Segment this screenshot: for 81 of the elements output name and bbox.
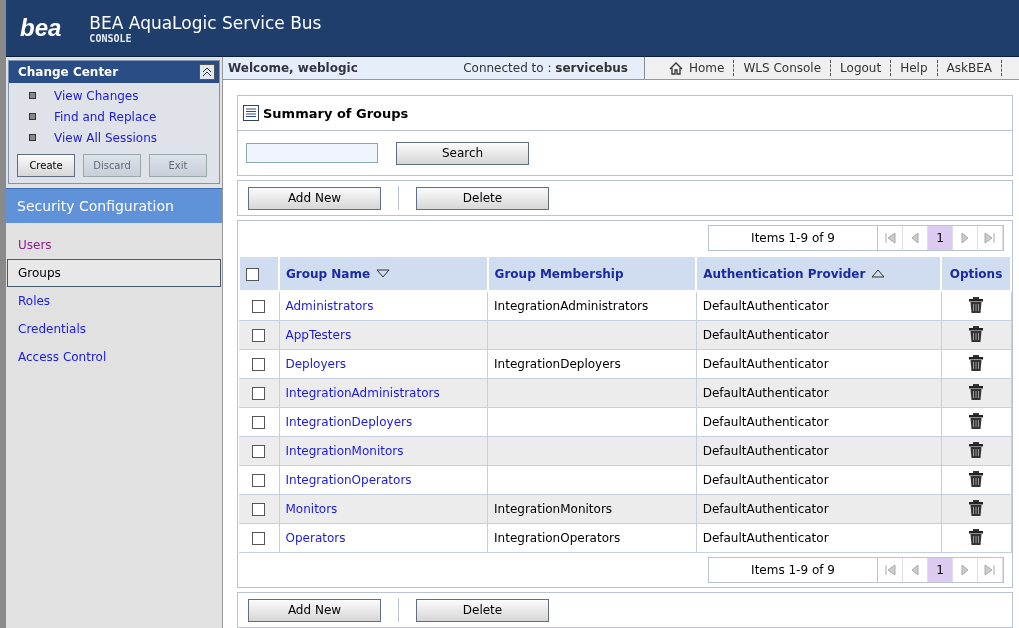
nav-item[interactable]: Roles bbox=[7, 287, 221, 315]
action-button[interactable]: Delete bbox=[416, 186, 549, 210]
action-button[interactable]: Add New bbox=[248, 186, 381, 210]
group-link[interactable]: Operators bbox=[285, 531, 346, 545]
column-header[interactable]: Options bbox=[941, 256, 1011, 291]
nav-item[interactable]: Access Control bbox=[7, 343, 221, 371]
trash-icon[interactable] bbox=[968, 295, 984, 314]
page-title: Summary of Groups bbox=[263, 105, 409, 121]
app-title: BEA AquaLogic Service Bus bbox=[89, 12, 322, 33]
table-cell: IntegrationAdministrators bbox=[494, 299, 649, 313]
row-checkbox[interactable] bbox=[252, 445, 266, 458]
table-cell: IntegrationDeployers bbox=[494, 357, 621, 371]
row-checkbox[interactable] bbox=[252, 329, 266, 342]
change-center-link[interactable]: View Changes bbox=[54, 88, 139, 103]
home-icon bbox=[669, 61, 683, 75]
group-link[interactable]: Deployers bbox=[285, 357, 347, 371]
search-button[interactable]: Search bbox=[396, 141, 529, 165]
item-count: Items 1-9 of 9 bbox=[709, 226, 878, 250]
row-checkbox[interactable] bbox=[252, 474, 266, 487]
action-button[interactable]: Add New bbox=[248, 598, 381, 622]
change-center-link[interactable]: View All Sessions bbox=[54, 130, 158, 145]
trash-icon[interactable] bbox=[968, 353, 984, 372]
table-cell: DefaultAuthenticator bbox=[702, 299, 829, 313]
column-header[interactable]: Group Name bbox=[279, 256, 488, 291]
trash-icon[interactable] bbox=[968, 469, 984, 488]
bullet-icon bbox=[29, 134, 36, 141]
group-link[interactable]: AppTesters bbox=[285, 328, 352, 342]
row-checkbox[interactable] bbox=[252, 503, 266, 516]
header-link[interactable]: Home bbox=[689, 61, 725, 75]
trash-icon[interactable] bbox=[968, 411, 984, 430]
collapse-icon[interactable] bbox=[199, 64, 215, 80]
header-link[interactable]: Logout bbox=[840, 61, 882, 75]
panel-title: Change Center bbox=[18, 65, 119, 79]
trash-icon[interactable] bbox=[968, 382, 984, 401]
table-cell: DefaultAuthenticator bbox=[702, 415, 829, 429]
section-header: Security Configuration bbox=[6, 188, 222, 223]
table-cell: DefaultAuthenticator bbox=[702, 531, 829, 545]
row-checkbox[interactable] bbox=[252, 532, 266, 545]
trash-icon[interactable] bbox=[968, 440, 984, 459]
logo: bea bbox=[20, 14, 62, 42]
page-number[interactable]: 1 bbox=[928, 226, 953, 250]
item-count: Items 1-9 of 9 bbox=[709, 558, 878, 582]
table-cell: DefaultAuthenticator bbox=[702, 357, 829, 371]
header-link[interactable]: WLS Console bbox=[743, 61, 822, 75]
header-link[interactable]: Help bbox=[900, 61, 928, 75]
row-checkbox[interactable] bbox=[252, 387, 266, 400]
group-link[interactable]: IntegrationDeployers bbox=[285, 415, 413, 429]
page-number[interactable]: 1 bbox=[928, 558, 953, 582]
select-all-checkbox[interactable] bbox=[246, 267, 259, 281]
header-link[interactable]: AskBEA bbox=[946, 61, 992, 75]
list-icon bbox=[243, 105, 259, 121]
row-checkbox[interactable] bbox=[252, 300, 266, 313]
row-checkbox[interactable] bbox=[252, 358, 266, 371]
table-cell: DefaultAuthenticator bbox=[702, 444, 829, 458]
change-center-button[interactable]: Create bbox=[17, 154, 75, 177]
bullet-icon bbox=[29, 113, 36, 120]
column-header[interactable]: Group Membership bbox=[487, 256, 697, 291]
table-cell: DefaultAuthenticator bbox=[702, 386, 829, 400]
table-cell: DefaultAuthenticator bbox=[702, 502, 829, 516]
table-cell: DefaultAuthenticator bbox=[702, 328, 829, 342]
table-cell: DefaultAuthenticator bbox=[702, 473, 829, 487]
search-field[interactable] bbox=[246, 143, 378, 163]
trash-icon[interactable] bbox=[968, 324, 984, 343]
group-link[interactable]: Monitors bbox=[285, 502, 338, 516]
table-cell: IntegrationOperators bbox=[494, 531, 621, 545]
row-checkbox[interactable] bbox=[252, 416, 266, 429]
group-link[interactable]: Administrators bbox=[285, 299, 374, 313]
welcome-text: Welcome, weblogic bbox=[228, 61, 358, 75]
trash-icon[interactable] bbox=[968, 527, 984, 546]
table-cell: IntegrationMonitors bbox=[494, 502, 613, 516]
column-header[interactable]: Authentication Provider bbox=[696, 256, 941, 291]
trash-icon[interactable] bbox=[968, 498, 984, 517]
connection-text: Connected to : servicebus bbox=[463, 61, 628, 75]
action-button[interactable]: Delete bbox=[416, 598, 549, 622]
bullet-icon bbox=[29, 92, 36, 99]
nav-item[interactable]: Credentials bbox=[7, 315, 221, 343]
change-center-link[interactable]: Find and Replace bbox=[54, 109, 157, 124]
nav-item[interactable]: Users bbox=[7, 231, 221, 259]
nav-item[interactable]: Groups bbox=[7, 259, 221, 287]
app-subtitle: CONSOLE bbox=[89, 32, 132, 44]
group-link[interactable]: IntegrationOperators bbox=[285, 473, 412, 487]
